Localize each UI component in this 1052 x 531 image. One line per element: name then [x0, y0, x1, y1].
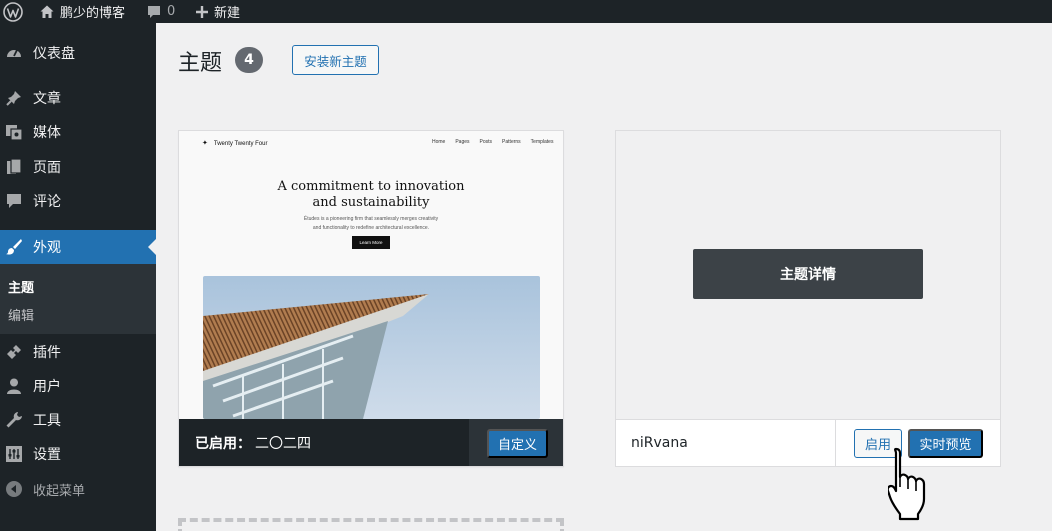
theme-actions-bar: 已启用： 二〇二四 自定义	[179, 419, 563, 466]
preview-heading: A commitment to innovation and sustainab…	[277, 179, 465, 210]
page-title: 主题	[178, 51, 223, 76]
comments-count: 0	[167, 4, 176, 19]
menu-pages[interactable]: 页面	[0, 150, 156, 184]
dashboard-icon	[5, 44, 23, 62]
page-icon	[5, 158, 23, 176]
add-new-theme-button[interactable]: 安装新主题	[292, 45, 379, 75]
admin-sidebar: 仪表盘 文章 媒体 页面 评论 外观 主题 编辑 插件 用户 工具 设置 收起菜…	[0, 23, 156, 531]
pin-icon	[5, 89, 23, 107]
preview-nav: Home Pages Posts Patterns Templates	[432, 139, 553, 145]
preview-button: Learn More	[352, 236, 390, 249]
plus-icon	[196, 5, 208, 18]
media-icon	[5, 123, 23, 141]
comments-link[interactable]: 0	[146, 0, 175, 23]
collapse-label: 收起菜单	[33, 483, 86, 499]
wordpress-logo-icon[interactable]	[3, 0, 23, 23]
theme-actions-bar: niRvana 启用 实时预览	[616, 419, 1000, 466]
active-theme-label: 已启用： 二〇二四	[195, 433, 311, 453]
appearance-submenu: 主题 编辑	[0, 264, 156, 334]
menu-label: 页面	[33, 160, 61, 176]
menu-settings[interactable]: 设置	[0, 437, 156, 471]
preview-building-image	[203, 276, 540, 419]
plugin-icon	[5, 343, 23, 361]
add-new-theme-card[interactable]	[178, 518, 564, 531]
submenu-editor[interactable]: 编辑	[8, 305, 34, 324]
preview-site-title: ✦ Twenty Twenty Four	[202, 140, 268, 147]
new-label: 新建	[214, 6, 241, 21]
comment-bubble-icon	[148, 5, 160, 18]
menu-label: 插件	[33, 345, 61, 361]
menu-label: 评论	[33, 194, 61, 210]
theme-details-button[interactable]: 主题详情	[693, 249, 923, 299]
preview-body-text: Études is a pioneering firm that seamles…	[303, 216, 439, 231]
comment-icon	[5, 192, 23, 210]
theme-screenshot[interactable]: ✦ Twenty Twenty Four Home Pages Posts Pat…	[179, 131, 563, 419]
theme-name: 二〇二四	[255, 436, 311, 452]
menu-comments[interactable]: 评论	[0, 184, 156, 218]
new-content-link[interactable]: 新建	[195, 0, 240, 23]
preview-nav-item: Patterns	[502, 139, 521, 145]
menu-media[interactable]: 媒体	[0, 115, 156, 149]
theme-card-nirvana[interactable]: 主题详情 niRvana 启用 实时预览	[615, 130, 1001, 467]
menu-tools[interactable]: 工具	[0, 403, 156, 437]
hand-cursor-icon	[888, 447, 926, 521]
menu-label: 设置	[33, 447, 61, 463]
site-name-link[interactable]: 鹏少的博客	[39, 0, 125, 23]
preview-nav-item: Pages	[455, 139, 470, 145]
preview-nav-item: Home	[432, 139, 446, 145]
collapse-menu[interactable]: 收起菜单	[0, 472, 156, 506]
menu-dashboard[interactable]: 仪表盘	[0, 36, 156, 70]
theme-name: niRvana	[631, 435, 688, 451]
theme-screenshot[interactable]: 主题详情	[616, 131, 1000, 419]
menu-plugins[interactable]: 插件	[0, 335, 156, 369]
divider	[835, 420, 836, 466]
preview-nav-item: Templates	[530, 139, 554, 145]
user-icon	[5, 377, 23, 395]
menu-label: 外观	[33, 240, 61, 256]
active-prefix: 已启用：	[195, 436, 251, 452]
menu-label: 仪表盘	[33, 46, 75, 62]
customize-button[interactable]: 自定义	[487, 429, 548, 458]
wrench-icon	[5, 411, 23, 429]
collapse-arrow-icon	[5, 480, 23, 498]
menu-label: 文章	[33, 91, 61, 107]
admin-bar: 鹏少的博客 0 新建	[0, 0, 1052, 23]
menu-posts[interactable]: 文章	[0, 81, 156, 115]
preview-nav-item: Posts	[479, 139, 493, 145]
theme-card-active[interactable]: ✦ Twenty Twenty Four Home Pages Posts Pat…	[178, 130, 564, 467]
settings-icon	[5, 445, 23, 463]
menu-label: 工具	[33, 413, 61, 429]
menu-label: 用户	[33, 379, 61, 395]
theme-count-badge: 4	[235, 47, 263, 73]
menu-label: 媒体	[33, 125, 61, 141]
brush-icon	[5, 238, 23, 256]
home-icon	[40, 5, 54, 18]
site-name: 鹏少的博客	[60, 6, 126, 21]
menu-appearance[interactable]: 外观	[0, 230, 156, 264]
submenu-themes[interactable]: 主题	[8, 277, 34, 296]
menu-users[interactable]: 用户	[0, 369, 156, 403]
